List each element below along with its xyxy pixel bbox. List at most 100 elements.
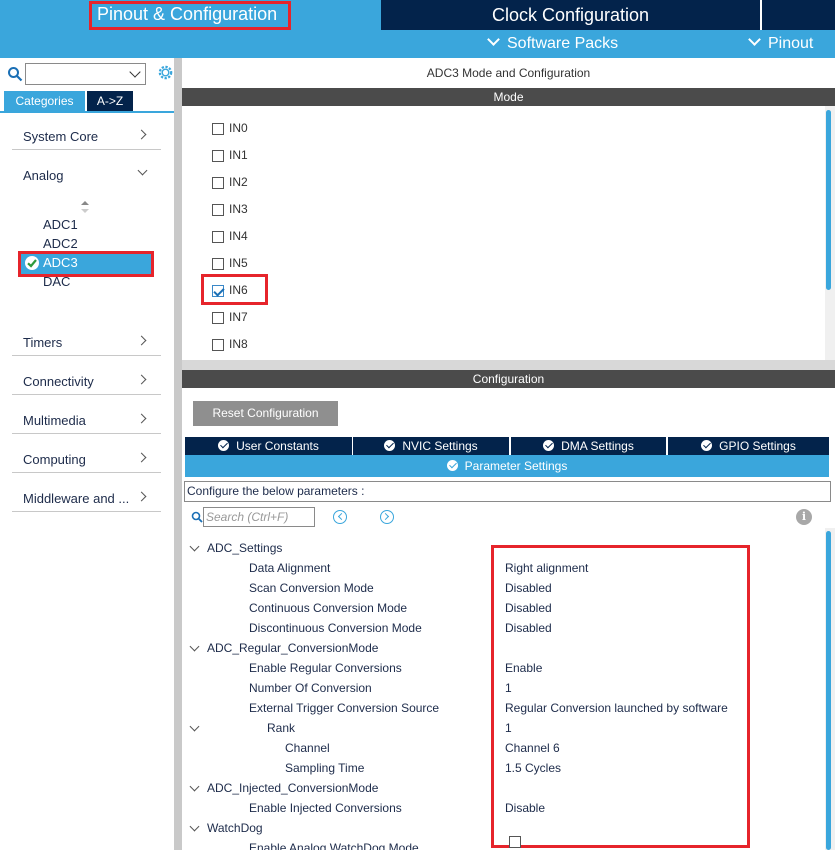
parameter-name: Rank [267, 721, 296, 735]
parameter-name: ADC_Settings [207, 541, 283, 555]
channel-label: IN3 [229, 202, 248, 216]
channel-checkbox[interactable] [212, 204, 224, 216]
panel-splitter[interactable] [174, 58, 182, 850]
mode-header: Mode [182, 88, 835, 106]
parameter-name: Scan Conversion Mode [249, 581, 374, 595]
channel-label: IN0 [229, 121, 248, 135]
mode-configuration-panel: ADC3 Mode and Configuration Mode IN0 IN1 I… [182, 58, 835, 850]
parameter-scrollbar-thumb[interactable] [826, 531, 831, 850]
channel-checkbox[interactable] [212, 150, 224, 162]
chevron-down-icon[interactable] [189, 781, 200, 792]
software-packs-menu[interactable]: Software Packs [487, 33, 618, 53]
highlight-box [18, 251, 154, 277]
sort-icon[interactable] [81, 201, 89, 213]
category-search-combo[interactable] [25, 63, 146, 85]
category-multimedia[interactable]: Multimedia [12, 404, 161, 434]
tab-parameter-settings[interactable]: Parameter Settings [185, 455, 829, 477]
category-label: Middleware and ... [23, 491, 130, 506]
channel-checkbox[interactable] [212, 339, 224, 351]
analog-item-dac[interactable]: DAC [43, 274, 70, 289]
category-label: Analog [23, 168, 64, 183]
tab-gpio-settings[interactable]: GPIO Settings [668, 437, 829, 455]
parameter-name: WatchDog [207, 821, 263, 835]
channel-checkbox[interactable] [212, 123, 224, 135]
parameter-name: Enable Analog WatchDog Mode [249, 841, 419, 850]
check-circle-icon [701, 440, 713, 451]
category-middleware[interactable]: Middleware and ... [12, 482, 161, 512]
parameter-name: Discontinuous Conversion Mode [249, 621, 422, 635]
tab-divider [760, 0, 762, 30]
chevron-down-icon[interactable] [189, 541, 200, 552]
watchdog-mode-checkbox[interactable] [509, 836, 521, 848]
mode-scrollbar-thumb[interactable] [826, 110, 831, 290]
panel-title: ADC3 Mode and Configuration [426, 66, 591, 80]
check-circle-icon [543, 440, 555, 451]
highlight-box [89, 1, 291, 30]
category-analog[interactable]: Analog [12, 159, 161, 189]
categories-panel: Categories A->Z System Core Analog ADC1 … [0, 58, 174, 850]
category-label: Connectivity [23, 374, 94, 389]
search-previous-button[interactable] [333, 510, 347, 524]
parameter-name: Enable Regular Conversions [249, 661, 402, 675]
channel-checkbox[interactable] [212, 258, 224, 270]
tab-label: DMA Settings [561, 439, 634, 453]
chevron-right-icon [136, 129, 147, 140]
analog-item-adc1[interactable]: ADC1 [43, 217, 78, 232]
channel-checkbox[interactable] [212, 231, 224, 243]
tab-dma-settings[interactable]: DMA Settings [511, 437, 666, 455]
chevron-down-icon[interactable] [189, 641, 200, 652]
parameter-name: Channel [285, 741, 330, 755]
check-circle-icon [384, 440, 396, 451]
gear-icon[interactable] [157, 64, 174, 81]
tab-label: GPIO Settings [719, 439, 796, 453]
tab-nvic-settings[interactable]: NVIC Settings [353, 437, 509, 455]
chevron-down-icon[interactable] [189, 821, 200, 832]
tab-user-constants[interactable]: User Constants [185, 437, 352, 455]
tab-clock-configuration[interactable]: Clock Configuration [381, 0, 760, 30]
search-icon[interactable] [7, 66, 23, 82]
chevron-right-icon [136, 452, 147, 463]
category-label: Timers [23, 335, 63, 350]
parameter-search-input[interactable]: Search (Ctrl+F) [203, 507, 315, 527]
category-label: Computing [23, 452, 86, 467]
check-circle-icon [446, 460, 458, 471]
category-connectivity[interactable]: Connectivity [12, 365, 161, 395]
chevron-down-icon [137, 165, 148, 176]
sub-menu-bar: Software Packs Pinout [0, 30, 835, 58]
chevron-right-icon [136, 413, 147, 424]
chevron-down-icon [129, 66, 141, 78]
chevron-down-icon[interactable] [189, 721, 200, 732]
category-computing[interactable]: Computing [12, 443, 161, 473]
chevron-down-icon [748, 33, 761, 46]
reset-configuration-button[interactable]: Reset Configuration [193, 401, 338, 426]
search-next-button[interactable] [380, 510, 394, 524]
search-icon [191, 511, 203, 523]
channel-label: IN5 [229, 256, 248, 270]
category-timers[interactable]: Timers [12, 326, 161, 356]
channel-label: IN4 [229, 229, 248, 243]
info-icon[interactable]: i [796, 509, 812, 525]
configure-hint: Configure the below parameters : [184, 481, 831, 502]
tab-pinout-configuration[interactable]: Pinout & Configuration [0, 0, 381, 30]
parameter-name: Number Of Conversion [249, 681, 372, 695]
tab-label: User Constants [236, 439, 319, 453]
analog-item-adc2[interactable]: ADC2 [43, 236, 78, 251]
parameter-name: Sampling Time [285, 761, 365, 775]
channel-checkbox[interactable] [212, 312, 224, 324]
channel-label: IN8 [229, 337, 248, 351]
category-system-core[interactable]: System Core [12, 120, 161, 150]
highlight-box [491, 545, 750, 848]
category-label: Multimedia [23, 413, 86, 428]
parameter-name: External Trigger Conversion Source [249, 701, 440, 715]
panel-divider[interactable] [182, 360, 835, 370]
parameter-name: Continuous Conversion Mode [249, 601, 408, 615]
tab-underline [0, 111, 174, 113]
check-circle-icon [218, 440, 230, 451]
pinout-menu[interactable]: Pinout [748, 33, 813, 53]
parameter-name: ADC_Regular_ConversionMode [207, 641, 379, 655]
channel-checkbox[interactable] [212, 177, 224, 189]
channel-label: IN7 [229, 310, 248, 324]
tab-label: NVIC Settings [402, 439, 478, 453]
tab-categories[interactable]: Categories [4, 91, 85, 111]
tab-a-to-z[interactable]: A->Z [87, 91, 133, 111]
